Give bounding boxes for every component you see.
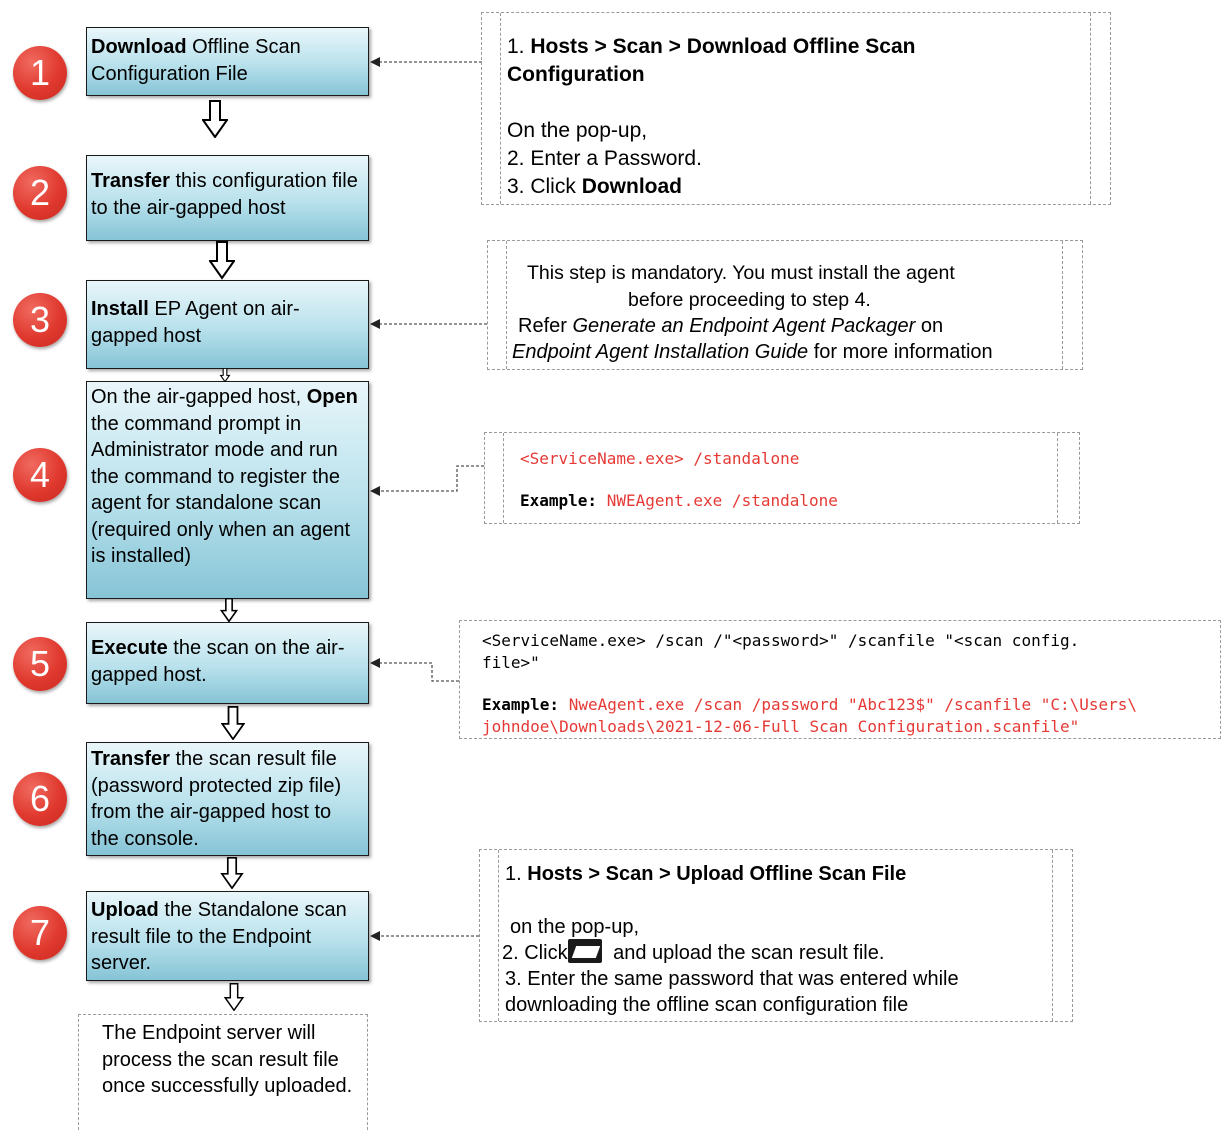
- connector-note-4: [378, 465, 484, 492]
- note-download-config: 1. Hosts > Scan > Download Offline Scan …: [481, 12, 1111, 205]
- arrowhead-1: [370, 57, 380, 67]
- note-install-agent: This step is mandatory. You must install…: [487, 240, 1083, 370]
- note-7-line-2: on the pop-up,: [510, 916, 639, 938]
- note-1-line-4: 2. Enter a Password.: [507, 147, 702, 170]
- note-7-line-5: downloading the offline scan configurati…: [505, 994, 909, 1016]
- note-3-line-4: Endpoint Agent Installation Guide for mo…: [512, 341, 993, 363]
- arrowhead-7: [370, 931, 380, 941]
- note-7-line-4: 3. Enter the same password that was ente…: [505, 968, 959, 990]
- note-1-line-5: 3. Click Download: [507, 175, 683, 198]
- note-1-line-3: On the pop-up,: [507, 119, 648, 142]
- note-5-command-line-1: <ServiceName.exe> /scan /"<password>" /s…: [482, 631, 1080, 650]
- note-4-command: <ServiceName.exe> /standalone: [520, 449, 800, 468]
- arrowhead-5: [370, 658, 380, 668]
- note-register-command: <ServiceName.exe> /standalone Example: N…: [484, 432, 1080, 524]
- note-7-line-1: 1. Hosts > Scan > Upload Offline Scan Fi…: [505, 863, 907, 885]
- note-3-line-1: This step is mandatory. You must install…: [527, 262, 955, 284]
- note-scan-command: <ServiceName.exe> /scan /"<password>" /s…: [459, 620, 1221, 739]
- arrowhead-4: [370, 486, 380, 496]
- folder-open-icon: [567, 939, 602, 963]
- note-1-line-1: 1. Hosts > Scan > Download Offline Scan: [507, 35, 916, 58]
- note-7-line-3: 2. Click and upload the scan result file…: [502, 939, 884, 967]
- note-5-example-line-2: johndoe\Downloads\2021-12-06-Full Scan C…: [482, 717, 1080, 736]
- note-3-line-2: before proceeding to step 4.: [628, 289, 871, 311]
- final-note-box: The Endpoint server will process the sca…: [78, 1014, 368, 1130]
- arrowhead-3: [370, 319, 380, 329]
- note-3-line-3: Refer Generate an Endpoint Agent Package…: [518, 315, 944, 337]
- note-upload-file: 1. Hosts > Scan > Upload Offline Scan Fi…: [479, 849, 1073, 1022]
- note-5-command-line-2: file>": [482, 653, 540, 672]
- note-1-line-2: Configuration: [507, 63, 645, 86]
- connector-note-5: [378, 662, 459, 682]
- final-note-text: The Endpoint server will process the sca…: [102, 1022, 353, 1097]
- note-4-example: Example: NWEAgent.exe /standalone: [520, 491, 838, 510]
